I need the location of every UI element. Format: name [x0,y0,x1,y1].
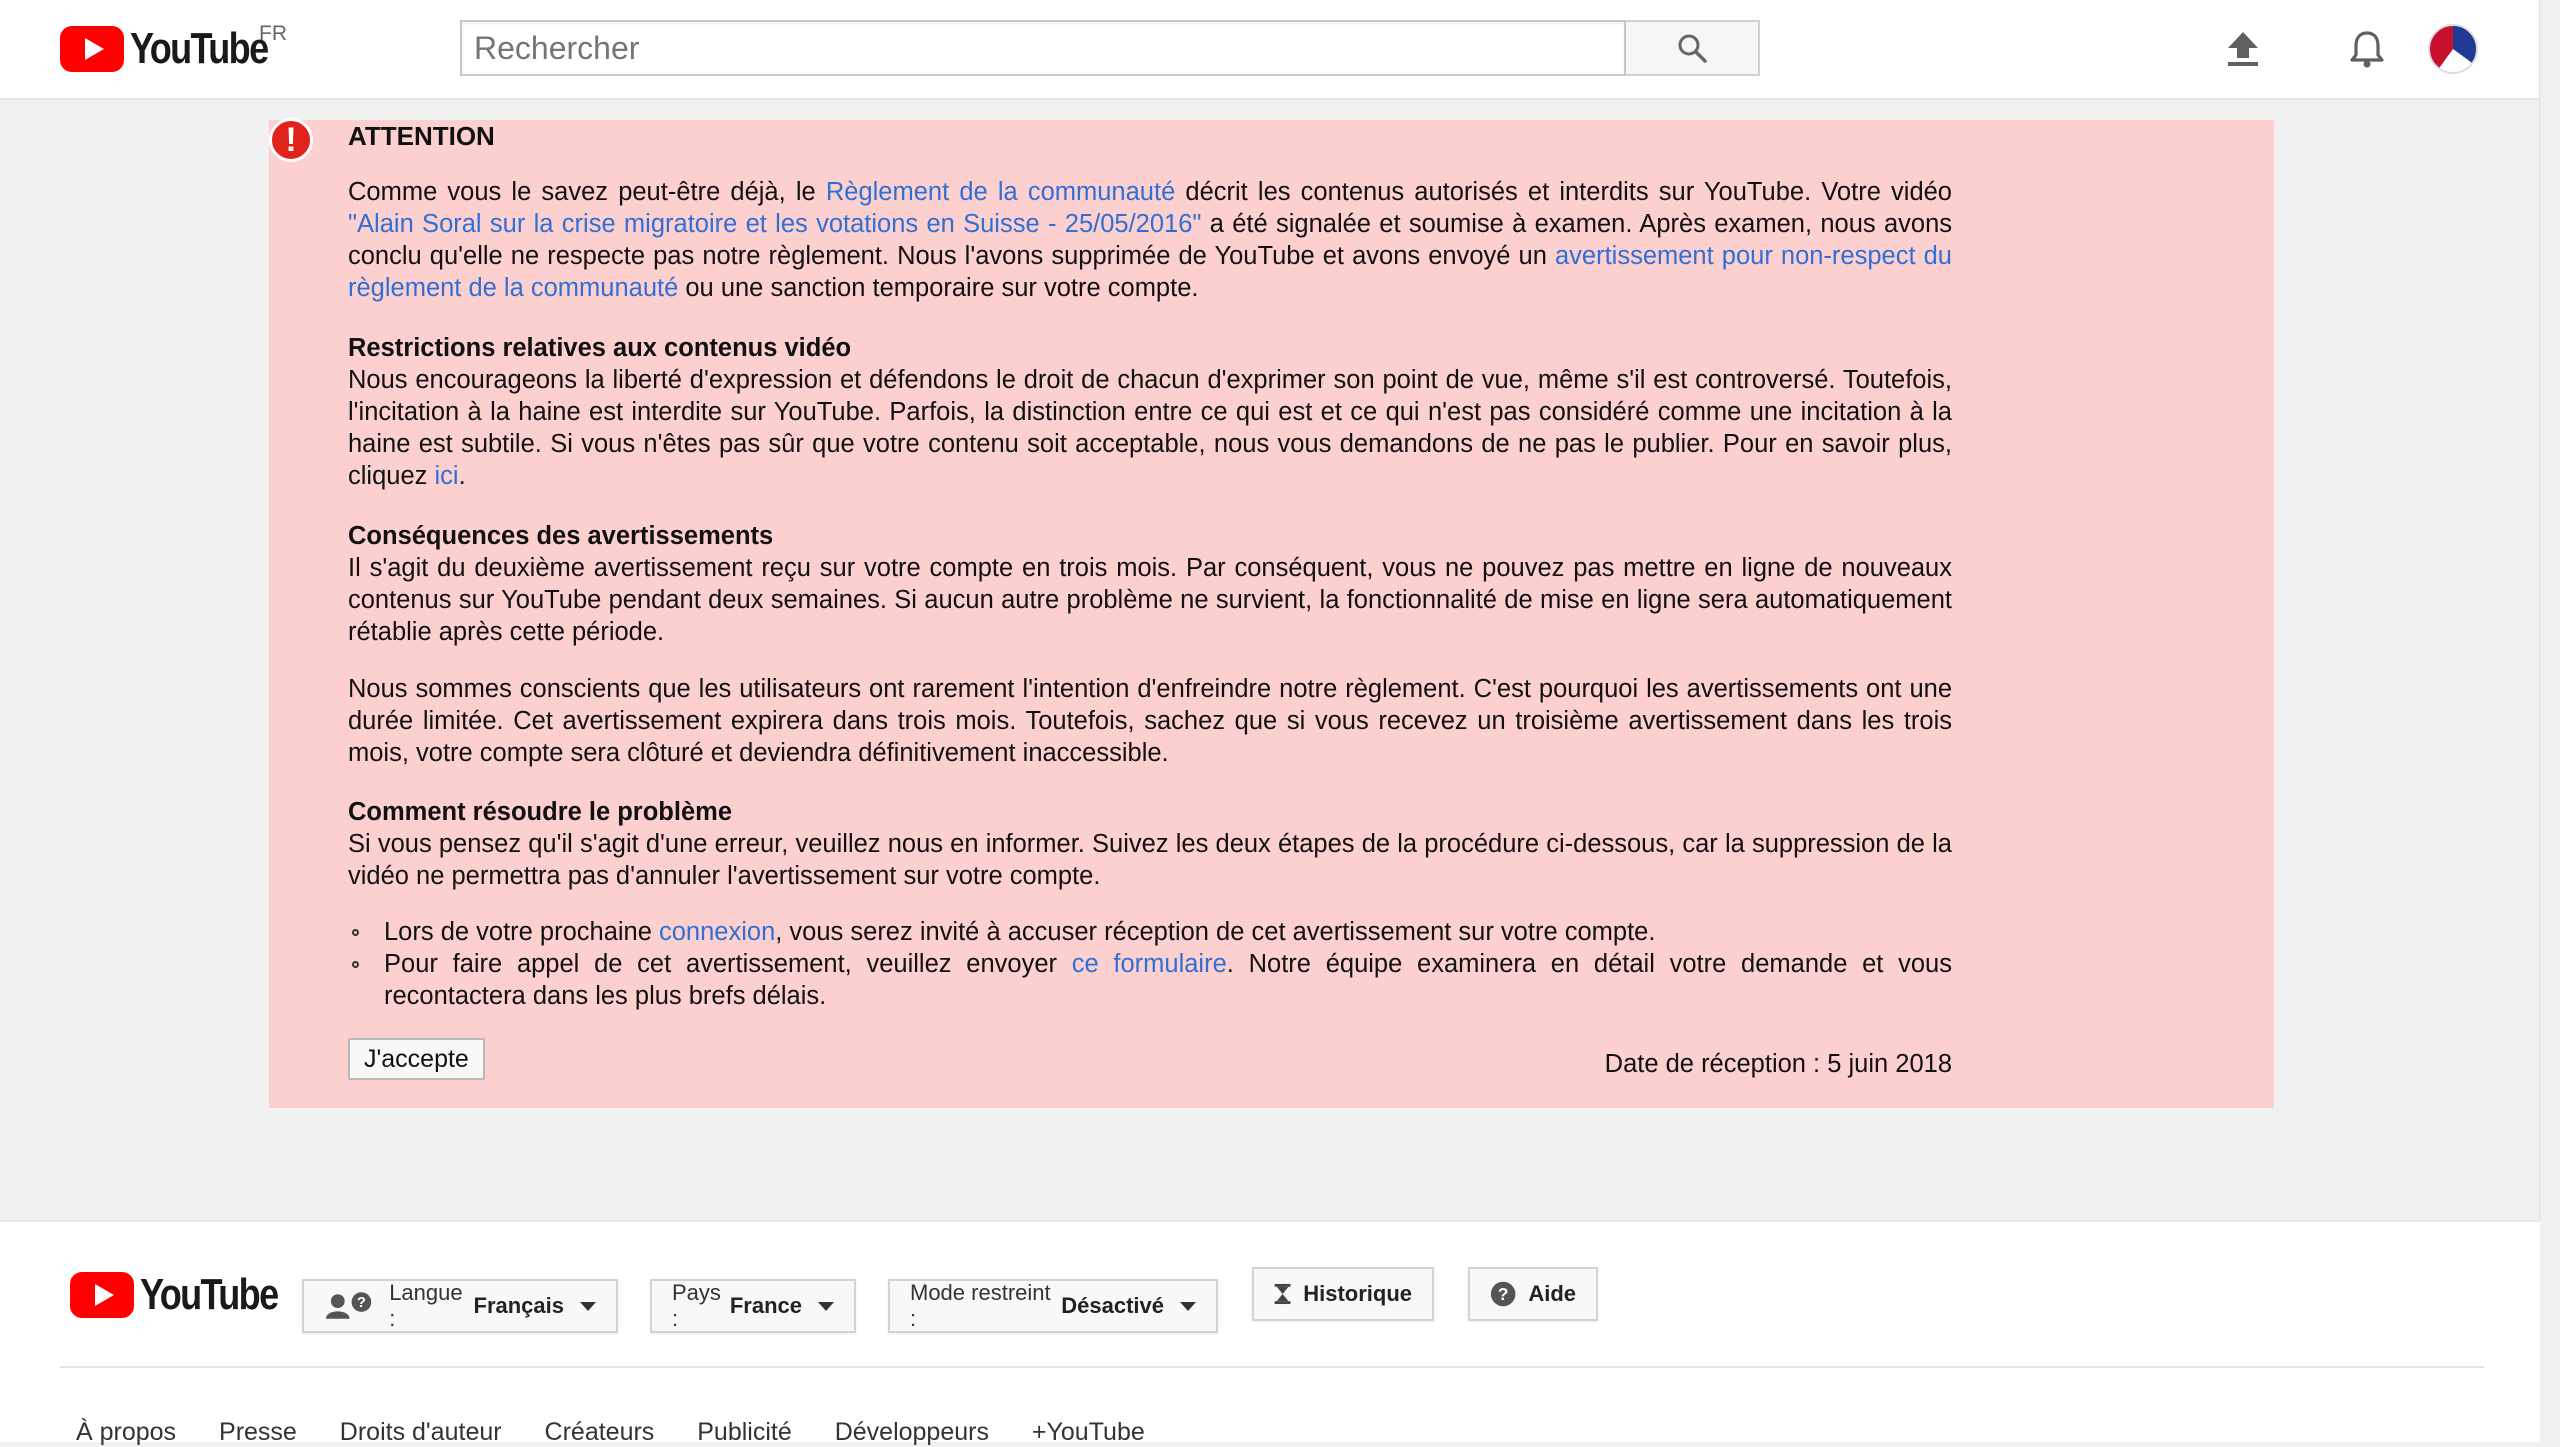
scrollbar[interactable] [2539,0,2560,1440]
footer-link-plus-youtube[interactable]: +YouTube [1032,1418,1145,1446]
footer-link-copyright[interactable]: Droits d'auteur [340,1418,502,1446]
accept-button[interactable]: J'accepte [348,1038,485,1080]
footer-link-developers[interactable]: Développeurs [835,1418,989,1446]
restricted-label: Mode restreint : [910,1280,1051,1331]
restrictions-section: Restrictions relatives aux contenus vidé… [348,332,1952,492]
intro-text-2: décrit les contenus autorisés et interdi… [1175,178,1952,206]
search-icon [1678,34,1707,63]
receipt-date: Date de réception : 5 juin 2018 [1604,1050,1952,1078]
footer: YouTube ? Langue : Français Pays : Franc… [0,1220,2540,1446]
history-button[interactable]: Historique [1252,1267,1434,1321]
intro-text-1: Comme vous le savez peut-être déjà, le [348,178,826,206]
consequences-heading: Conséquences des avertissements [348,522,774,550]
consequences-section: Conséquences des avertissements Il s'agi… [348,520,1952,648]
step1-text-end: , vous serez invité à accuser réception … [775,918,1656,946]
awareness-section: Nous sommes conscients que les utilisate… [348,673,1952,769]
step2-text: Pour faire appel de cet avertissement, v… [384,950,1072,978]
awareness-text: Nous sommes conscients que les utilisate… [348,675,1952,767]
language-icon: ? [325,1292,372,1319]
chevron-down-icon [580,1301,596,1311]
appeal-form-link[interactable]: ce formulaire [1072,950,1227,978]
upload-icon[interactable] [2218,24,2268,74]
restrictions-heading: Restrictions relatives aux contenus vidé… [348,334,852,362]
steps-list: Lors de votre prochaine connexion, vous … [348,916,1952,1012]
restricted-value: Désactivé [1061,1293,1164,1318]
step1-text: Lors de votre prochaine [384,918,659,946]
chevron-down-icon [818,1301,834,1311]
footer-link-about[interactable]: À propos [76,1418,176,1446]
country-value: France [729,1293,802,1318]
footer-links: À propos Presse Droits d'auteur Créateur… [76,1418,1181,1447]
list-item: Lors de votre prochaine connexion, vous … [348,916,1952,948]
help-button[interactable]: ? Aide [1468,1267,1598,1321]
resolve-text: Si vous pensez qu'il s'agit d'une erreur… [348,830,1952,890]
language-picker[interactable]: ? Langue : Français [302,1279,618,1333]
resolve-heading: Comment résoudre le problème [348,798,733,826]
search-input[interactable] [460,20,1626,76]
footer-link-press[interactable]: Presse [219,1418,297,1446]
country-label: Pays : [672,1280,721,1331]
footer-youtube-logo[interactable]: YouTube [70,1270,308,1320]
language-label: Langue : [389,1280,463,1331]
list-item: Pour faire appel de cet avertissement, v… [348,948,1952,1012]
sign-in-link[interactable]: connexion [659,918,775,946]
video-title-link[interactable]: "Alain Soral sur la crise migratoire et … [348,210,1201,238]
restricted-mode-picker[interactable]: Mode restreint : Désactivé [888,1279,1218,1333]
chevron-down-icon [1180,1301,1196,1311]
region-code: FR [259,22,287,45]
community-guidelines-link[interactable]: Règlement de la communauté [826,178,1175,206]
intro-paragraph: Comme vous le savez peut-être déjà, le R… [348,176,1952,304]
footer-divider [60,1366,2484,1368]
masthead: YouTube FR [0,0,2540,100]
intro-text-4: ou une sanction temporaire sur votre com… [678,274,1199,302]
restrictions-text-end: . [458,462,466,490]
history-label: Historique [1303,1281,1412,1306]
youtube-play-icon [60,26,124,72]
svg-text:?: ? [357,1295,366,1311]
language-value: Français [473,1293,565,1318]
svg-text:?: ? [1498,1284,1509,1304]
avatar[interactable] [2428,24,2478,74]
consequences-text: Il s'agit du deuxième avertissement reçu… [348,554,1952,646]
learn-more-link[interactable]: ici [434,462,458,490]
help-label: Aide [1528,1281,1576,1306]
youtube-play-icon [70,1272,134,1318]
restrictions-text: Nous encourageons la liberté d'expressio… [348,366,1952,490]
footer-link-advertise[interactable]: Publicité [697,1418,792,1446]
resolve-section: Comment résoudre le problème Si vous pen… [348,796,1952,892]
help-icon: ? [1490,1281,1516,1307]
search-button[interactable] [1626,20,1760,76]
footer-link-creators[interactable]: Créateurs [545,1418,655,1446]
bell-icon[interactable] [2342,24,2392,74]
footer-logo-text: YouTube [140,1270,279,1319]
logo-text: YouTube [130,24,269,73]
notice-title: ATTENTION [348,121,495,151]
warning-icon: ! [269,118,313,162]
country-picker[interactable]: Pays : France [650,1279,856,1333]
hourglass-icon [1274,1283,1291,1305]
